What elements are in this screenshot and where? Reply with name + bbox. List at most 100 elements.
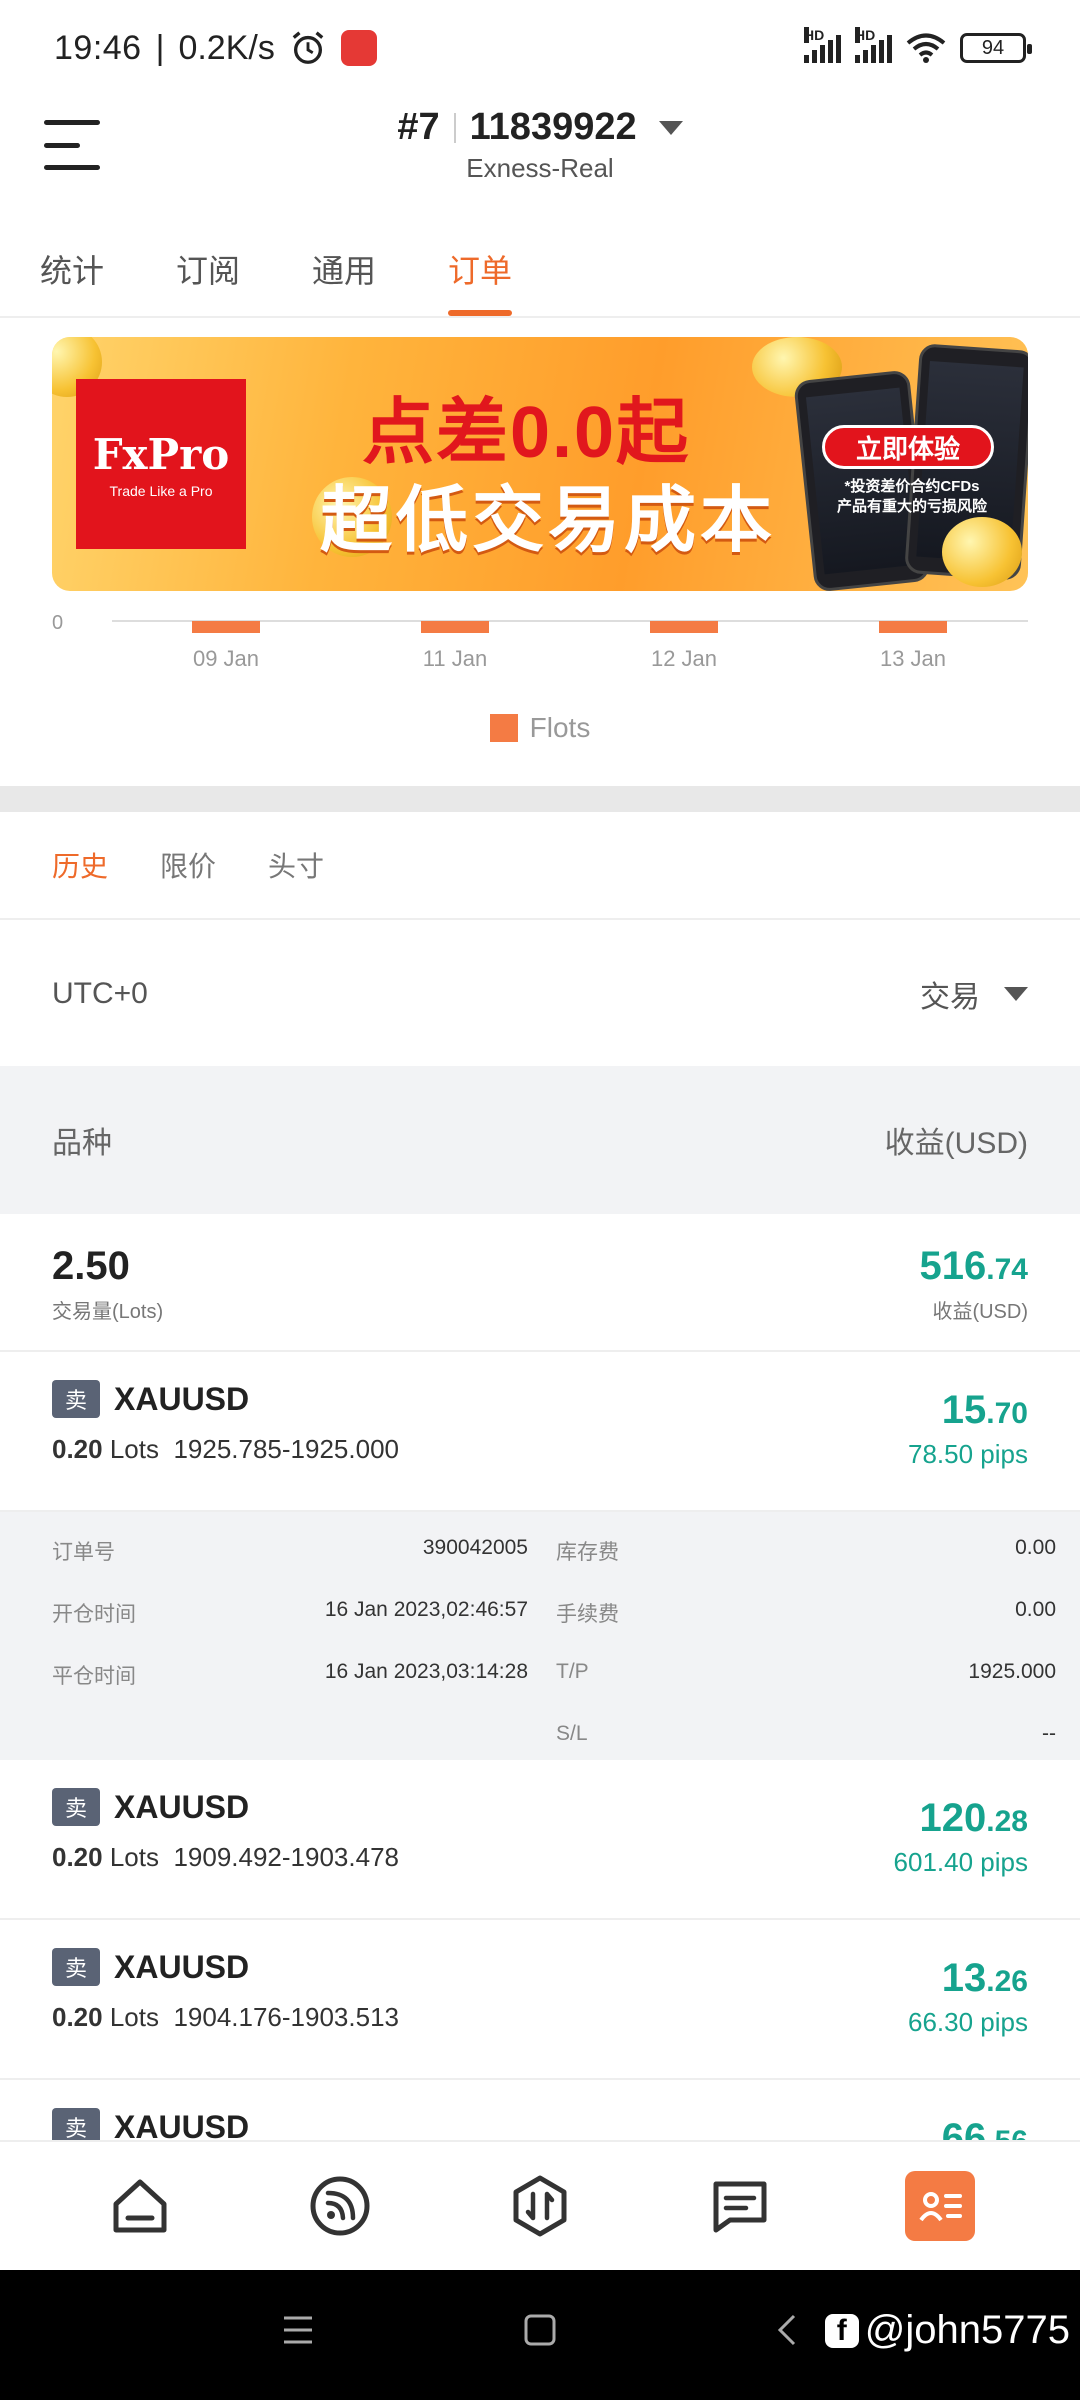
- order-detail: 0.20 Lots 1925.785-1925.000: [52, 1434, 399, 1464]
- order-row[interactable]: 卖 XAUUSD 0.20 Lots 1909.492-1903.478 120…: [0, 1762, 1080, 1920]
- order-symbol: XAUUSD: [114, 1948, 250, 1985]
- network-speed: 0.2K/s: [178, 28, 275, 67]
- order-symbol: XAUUSD: [114, 2108, 250, 2142]
- account-number: #7: [397, 106, 440, 148]
- column-symbol: 品种: [52, 1127, 112, 1160]
- sell-badge: 卖: [52, 1788, 100, 1826]
- total-lots-label: 交易量(Lots): [52, 1301, 164, 1323]
- battery-icon: 94: [960, 33, 1032, 63]
- column-profit: 收益(USD): [884, 1127, 1028, 1160]
- chart-bar: [421, 621, 489, 633]
- detail-fee: 手续费 0.00: [556, 1598, 1056, 1626]
- order-row[interactable]: 卖 XAUUSD 66.56: [0, 2082, 1080, 2142]
- nav-home[interactable]: [105, 2171, 175, 2241]
- signal-icon: HD: [804, 27, 841, 63]
- chart-bar: [650, 621, 718, 633]
- watermark: f @john5775: [824, 2308, 1070, 2353]
- chart-bar: [192, 621, 260, 633]
- x-tick-label: 09 Jan: [193, 646, 259, 671]
- promo-banner[interactable]: FxPro Trade Like a Pro 点差0.0起 超低交易成本 立即体…: [52, 337, 1028, 591]
- detail-close-time: 平仓时间 16 Jan 2023,03:14:28: [52, 1660, 528, 1688]
- profile-card-icon: [919, 2192, 962, 2222]
- facebook-icon: f: [824, 2313, 859, 2348]
- x-tick-label: 11 Jan: [423, 646, 487, 671]
- system-navigation-bar: f @john5775: [0, 2270, 1080, 2400]
- tab-statistics[interactable]: 统计: [40, 218, 104, 316]
- nav-profile[interactable]: [905, 2171, 975, 2241]
- tab-general[interactable]: 通用: [312, 218, 376, 316]
- alarm-icon: [292, 31, 324, 64]
- account-server: Exness-Real: [466, 153, 614, 183]
- filter-row: UTC+0 交易: [0, 922, 1080, 1066]
- chart-legend: Flots: [0, 712, 1080, 744]
- subtab-limit[interactable]: 限价: [160, 845, 216, 885]
- account-selector[interactable]: #7 11839922 Exness-Real: [0, 106, 1080, 184]
- status-bar: 19:46 | 0.2K/s HD HD 94: [0, 0, 1080, 96]
- flots-bar-chart: 0 09 Jan 11 Jan 12 Jan 13 Jan: [52, 612, 1028, 671]
- trade-type-dropdown[interactable]: 交易: [920, 972, 1028, 1016]
- summary-row: 2.50 交易量(Lots) 516.74 收益(USD): [0, 1214, 1080, 1352]
- subtab-history[interactable]: 历史: [52, 845, 108, 885]
- order-pips: 601.40 pips: [893, 1847, 1028, 1877]
- back-icon[interactable]: [772, 2310, 802, 2350]
- order-detail: 0.20 Lots 1909.492-1903.478: [52, 1842, 399, 1872]
- order-subtabs: 历史 限价 头寸: [0, 812, 1080, 920]
- total-profit-label: 收益(USD): [932, 1301, 1028, 1323]
- y-tick-label: 0: [52, 612, 63, 634]
- app-header: #7 11839922 Exness-Real: [0, 96, 1080, 200]
- account-id: 11839922: [469, 106, 637, 148]
- account-separator: [453, 112, 456, 143]
- signal-icon: HD: [855, 27, 892, 63]
- main-tabs: 统计 订阅 通用 订单: [0, 218, 1080, 318]
- home-square-icon[interactable]: [522, 2310, 558, 2350]
- subtab-positions[interactable]: 头寸: [268, 845, 324, 885]
- legend-label: Flots: [529, 712, 591, 743]
- detail-take-profit: T/P 1925.000: [556, 1660, 1056, 1683]
- trade-type-label: 交易: [920, 981, 980, 1014]
- sell-badge: 卖: [52, 1948, 100, 1986]
- risk-disclaimer: *投资差价合约CFDs 产品有重大的亏损风险: [836, 478, 987, 515]
- nav-messages[interactable]: [705, 2171, 775, 2241]
- order-pips: 78.50 pips: [908, 1439, 1028, 1469]
- section-divider: [0, 786, 1080, 812]
- message-icon: [713, 2181, 767, 2233]
- sell-badge: 卖: [52, 2108, 100, 2140]
- legend-swatch: [489, 714, 518, 742]
- total-profit: 516.74: [919, 1244, 1028, 1288]
- nav-trade[interactable]: [505, 2171, 575, 2241]
- status-time: 19:46: [54, 28, 142, 67]
- coin-graphic: [942, 517, 1022, 587]
- order-profit: 120.28: [919, 1796, 1028, 1840]
- dropdown-caret-icon: [658, 120, 683, 135]
- column-header: 品种 收益(USD): [0, 1066, 1080, 1214]
- home-icon: [113, 2179, 167, 2233]
- status-divider: |: [155, 28, 165, 67]
- wifi-icon: [906, 33, 946, 63]
- tab-subscriptions[interactable]: 订阅: [176, 218, 240, 316]
- sell-badge: 卖: [52, 1380, 100, 1418]
- x-tick-label: 12 Jan: [651, 646, 717, 671]
- order-pips: 66.30 pips: [908, 2007, 1028, 2037]
- x-tick-label: 13 Jan: [880, 646, 946, 671]
- order-row[interactable]: 卖 XAUUSD 0.20 Lots 1925.785-1925.000 15.…: [0, 1354, 1080, 1512]
- fxpro-logo: FxPro Trade Like a Pro: [76, 379, 246, 549]
- signal-feed-icon: [310, 2176, 370, 2236]
- try-now-button[interactable]: 立即体验: [822, 425, 994, 469]
- order-profit: 15.70: [941, 1388, 1028, 1432]
- menu-icon[interactable]: [278, 2310, 318, 2350]
- nav-feed[interactable]: [305, 2171, 375, 2241]
- tab-orders[interactable]: 订单: [448, 218, 513, 316]
- order-symbol: XAUUSD: [114, 1380, 250, 1417]
- dropdown-caret-icon: [1004, 987, 1028, 1001]
- timezone-label[interactable]: UTC+0: [52, 977, 148, 1011]
- order-row[interactable]: 卖 XAUUSD 0.20 Lots 1904.176-1903.513 13.…: [0, 1922, 1080, 2080]
- trade-icon: [513, 2175, 567, 2237]
- order-profit: 66.56: [941, 2116, 1028, 2142]
- order-details-panel: 订单号 390042005 库存费 0.00 开仓时间 16 Jan 2023,02:…: [0, 1512, 1080, 1760]
- detail-open-time: 开仓时间 16 Jan 2023,02:46:57: [52, 1598, 528, 1626]
- order-symbol: XAUUSD: [114, 1788, 250, 1825]
- detail-stop-loss: S/L --: [556, 1722, 1056, 1745]
- chart-bar: [879, 621, 947, 633]
- total-lots: 2.50: [52, 1244, 130, 1288]
- order-profit: 13.26: [941, 1956, 1028, 2000]
